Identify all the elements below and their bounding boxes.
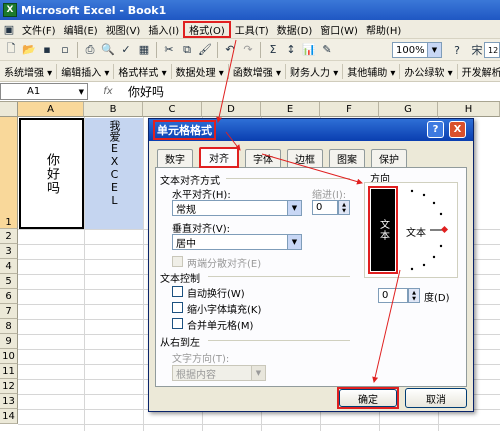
- arrow-tab-to-orientation: [261, 153, 363, 185]
- tab-alignment[interactable]: 对齐: [199, 147, 239, 168]
- arrow-orientation-to-ok: [372, 269, 401, 383]
- annotation-arrows: [216, 39, 401, 383]
- arrow-menu-to-dialog: [216, 39, 237, 123]
